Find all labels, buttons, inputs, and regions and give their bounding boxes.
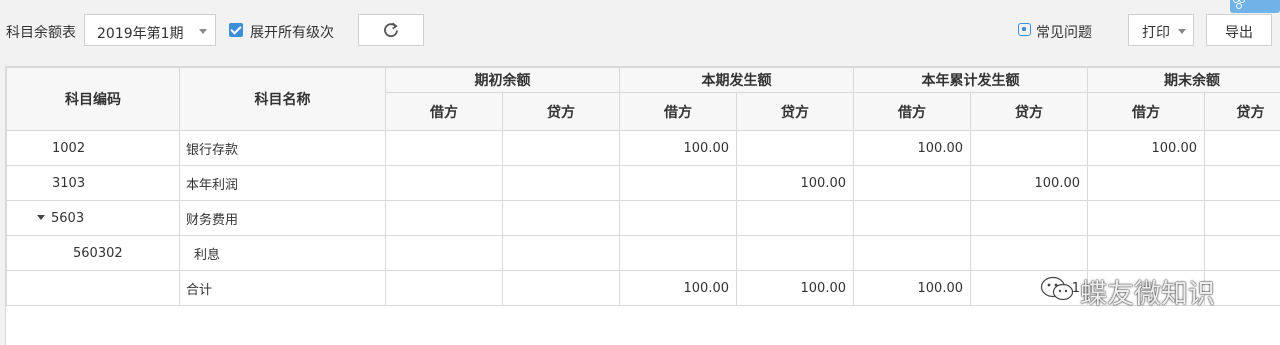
table-row[interactable]: 3103 本年利润 100.00 100.00 1 bbox=[7, 166, 1280, 201]
opening-debit bbox=[386, 236, 503, 271]
print-label: 打印 bbox=[1142, 22, 1170, 42]
period-debit bbox=[620, 201, 737, 236]
header-credit: 贷方 bbox=[737, 93, 854, 131]
account-code: 3103 bbox=[7, 166, 180, 201]
period-debit: 100.00 bbox=[620, 271, 737, 306]
opening-debit bbox=[386, 166, 503, 201]
opening-credit bbox=[503, 271, 620, 306]
period-credit bbox=[737, 236, 854, 271]
ytd-credit bbox=[971, 201, 1088, 236]
ytd-debit bbox=[854, 166, 971, 201]
account-name: 本年利润 bbox=[180, 166, 386, 201]
header-opening-balance: 期初余额 bbox=[386, 68, 620, 93]
expand-all-checkbox[interactable] bbox=[229, 23, 243, 37]
opening-debit bbox=[386, 131, 503, 166]
closing-credit bbox=[1205, 201, 1280, 236]
refresh-icon bbox=[382, 21, 400, 39]
period-credit: 100.00 bbox=[737, 166, 854, 201]
print-button[interactable]: 打印 bbox=[1128, 14, 1194, 46]
export-label: 导出 bbox=[1225, 22, 1253, 42]
table-row[interactable]: 5603 财务费用 bbox=[7, 201, 1280, 236]
closing-credit: 1 bbox=[1205, 131, 1280, 166]
opening-credit bbox=[503, 201, 620, 236]
header-name: 科目名称 bbox=[180, 68, 386, 131]
closing-credit bbox=[1205, 236, 1280, 271]
closing-credit: 1 bbox=[1205, 166, 1280, 201]
period-select[interactable]: 2019年第1期 bbox=[84, 14, 216, 46]
period-credit bbox=[737, 201, 854, 236]
ytd-debit bbox=[854, 201, 971, 236]
period-credit bbox=[737, 131, 854, 166]
account-code: 1002 bbox=[7, 131, 180, 166]
corner-badge[interactable] bbox=[1230, 0, 1280, 13]
header-debit: 借方 bbox=[620, 93, 737, 131]
opening-credit bbox=[503, 166, 620, 201]
closing-debit bbox=[1088, 166, 1205, 201]
ytd-credit: 100.00 bbox=[971, 166, 1088, 201]
ytd-debit: 100.00 bbox=[854, 131, 971, 166]
account-code-cell: 5603 bbox=[7, 201, 180, 236]
collapse-toggle-icon[interactable] bbox=[37, 215, 45, 220]
total-label: 合计 bbox=[180, 271, 386, 306]
header-credit: 贷方 bbox=[971, 93, 1088, 131]
refresh-button[interactable] bbox=[358, 14, 424, 46]
account-code: 5603 bbox=[51, 211, 84, 226]
link-icon bbox=[1233, 0, 1247, 11]
header-code: 科目编码 bbox=[7, 68, 180, 131]
header-debit: 借方 bbox=[386, 93, 503, 131]
toolbar: 科目余额表 2019年第1期 展开所有级次 常见问题 打印 导出 bbox=[0, 0, 1280, 62]
table-row[interactable]: 1002 银行存款 100.00 100.00 100.00 1 bbox=[7, 131, 1280, 166]
header-period-amount: 本期发生额 bbox=[620, 68, 854, 93]
ytd-debit: 100.00 bbox=[854, 271, 971, 306]
period-debit bbox=[620, 236, 737, 271]
account-code bbox=[7, 271, 180, 306]
account-code: 560302 bbox=[7, 236, 180, 271]
period-debit bbox=[620, 166, 737, 201]
closing-debit: 100.00 bbox=[1088, 131, 1205, 166]
period-credit: 100.00 bbox=[737, 271, 854, 306]
help-icon bbox=[1018, 23, 1031, 36]
header-debit: 借方 bbox=[1088, 93, 1205, 131]
wechat-logo-icon bbox=[1040, 276, 1074, 302]
faq-label: 常见问题 bbox=[1036, 22, 1092, 42]
account-name: 利息 bbox=[180, 236, 386, 271]
opening-debit bbox=[386, 201, 503, 236]
opening-debit bbox=[386, 271, 503, 306]
opening-credit bbox=[503, 131, 620, 166]
chevron-down-icon bbox=[1178, 29, 1186, 34]
header-ytd-amount: 本年累计发生额 bbox=[854, 68, 1088, 93]
closing-debit bbox=[1088, 236, 1205, 271]
watermark: 蝶友微知识 bbox=[1040, 270, 1240, 310]
account-name: 财务费用 bbox=[180, 201, 386, 236]
ytd-credit bbox=[971, 236, 1088, 271]
header-debit: 借方 bbox=[854, 93, 971, 131]
closing-debit bbox=[1088, 201, 1205, 236]
table-row[interactable]: 560302 利息 bbox=[7, 236, 1280, 271]
header-credit: 贷方 bbox=[1205, 93, 1280, 131]
report-title: 科目余额表 bbox=[6, 22, 76, 42]
watermark-text: 蝶友微知识 bbox=[1080, 272, 1215, 311]
period-debit: 100.00 bbox=[620, 131, 737, 166]
header-credit: 贷方 bbox=[503, 93, 620, 131]
period-value: 2019年第1期 bbox=[97, 23, 184, 43]
chevron-down-icon bbox=[199, 29, 207, 34]
ytd-credit bbox=[971, 131, 1088, 166]
header-closing-balance: 期末余额 bbox=[1088, 68, 1280, 93]
ytd-debit bbox=[854, 236, 971, 271]
opening-credit bbox=[503, 236, 620, 271]
expand-all-label[interactable]: 展开所有级次 bbox=[250, 22, 334, 42]
export-button[interactable]: 导出 bbox=[1206, 14, 1272, 46]
account-name: 银行存款 bbox=[180, 131, 386, 166]
